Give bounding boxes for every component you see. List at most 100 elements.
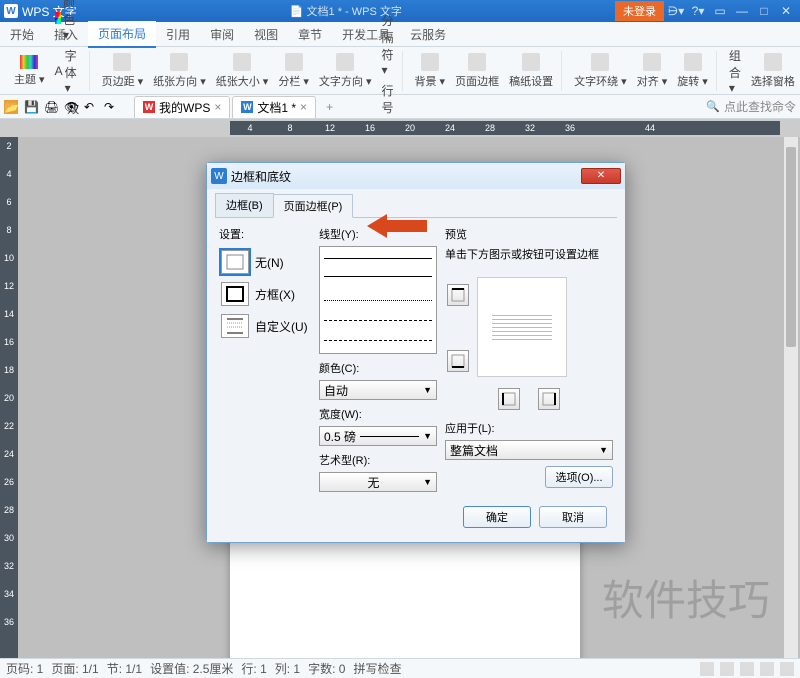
newtab-button[interactable]: + <box>318 100 341 114</box>
login-button[interactable]: 未登录 <box>615 1 664 21</box>
dialog-close-button[interactable]: ✕ <box>581 168 621 184</box>
close-button[interactable]: ✕ <box>776 4 796 18</box>
command-search[interactable]: 🔍 点此查找命令 <box>706 98 796 115</box>
status-bar: 页码: 1 页面: 1/1 节: 1/1 设置值: 2.5厘米 行: 1 列: … <box>0 658 800 678</box>
view-mode-icon[interactable] <box>720 662 734 676</box>
combine-button[interactable]: 组合 ▾ <box>725 45 745 97</box>
size-button[interactable]: 纸张大小 ▾ <box>212 51 273 91</box>
width-combo[interactable]: 0.5 磅▼ <box>319 426 437 446</box>
close-tab-icon[interactable]: × <box>300 100 307 114</box>
opt-custom[interactable]: 自定义(U) <box>219 310 311 342</box>
preview-icon[interactable]: 👁 <box>64 100 78 114</box>
tab-border[interactable]: 边框(B) <box>215 193 274 217</box>
wrap-icon <box>591 53 609 71</box>
art-combo[interactable]: 无▼ <box>319 472 437 492</box>
view-mode-icon[interactable] <box>700 662 714 676</box>
save-icon[interactable]: 💾 <box>24 100 38 114</box>
apply-label: 应用于(L): <box>445 420 613 436</box>
scrollbar-thumb[interactable] <box>786 147 796 347</box>
color-label: 颜色(C): <box>319 360 437 376</box>
dialog-logo-icon: W <box>211 168 227 184</box>
open-icon[interactable]: 📂 <box>4 100 18 114</box>
tab-page-border[interactable]: 页面边框(P) <box>273 194 354 218</box>
quick-bar: 📂 💾 🖨 👁 ↶ ↷ W我的WPS× W文档1 *× + 🔍 点此查找命令 <box>0 95 800 119</box>
rotate-button[interactable]: 旋转 ▾ <box>673 51 712 91</box>
redo-icon[interactable]: ↷ <box>104 100 118 114</box>
preview-label: 预览 <box>445 226 613 242</box>
align-button[interactable]: 对齐 ▾ <box>633 51 672 91</box>
ok-button[interactable]: 确定 <box>463 506 531 528</box>
horizontal-ruler[interactable]: 481216202428323644 <box>230 121 780 135</box>
undo-icon[interactable]: ↶ <box>84 100 98 114</box>
chevron-down-icon: ▼ <box>423 385 432 395</box>
color-button[interactable]: 颜色 ▾ <box>51 0 85 44</box>
setting-label: 设置: <box>219 226 311 242</box>
linetype-list[interactable] <box>319 246 437 354</box>
menu-view[interactable]: 视图 <box>244 22 288 47</box>
dialog-title: 边框和底纹 <box>231 168 291 185</box>
textdir-button[interactable]: 文字方向 ▾ <box>315 51 376 91</box>
restore-button[interactable]: ▭ <box>710 4 730 18</box>
ruler-area: 481216202428323644 <box>0 119 800 137</box>
border-right-button[interactable] <box>538 388 560 410</box>
status-chars[interactable]: 字数: 0 <box>308 660 345 677</box>
preview-page[interactable] <box>477 277 567 377</box>
status-pages[interactable]: 页面: 1/1 <box>51 660 98 677</box>
status-section[interactable]: 节: 1/1 <box>107 660 142 677</box>
separator-button[interactable]: 分隔符 ▾ <box>377 10 397 79</box>
column-button[interactable]: 分栏 ▾ <box>274 51 313 91</box>
watermark-text: 软件技巧 <box>602 567 770 628</box>
status-spell[interactable]: 拼写检查 <box>353 660 401 677</box>
chevron-down-icon: ▼ <box>599 445 608 455</box>
cancel-button[interactable]: 取消 <box>539 506 607 528</box>
font-button[interactable]: A字体 ▾ <box>51 45 85 97</box>
opt-none[interactable]: 无(N) <box>219 246 311 278</box>
vertical-ruler[interactable]: 24681012141618202224262830323436 <box>0 137 18 658</box>
orient-button[interactable]: 纸张方向 ▾ <box>149 51 210 91</box>
vertical-scrollbar[interactable] <box>784 137 798 658</box>
zoom-icon[interactable] <box>780 662 794 676</box>
doctab-doc1[interactable]: W文档1 *× <box>232 96 316 118</box>
wps-tab-icon: W <box>143 101 155 113</box>
menu-bar: 开始 插入 页面布局 引用 审阅 视图 章节 开发工具 云服务 <box>0 22 800 47</box>
options-button[interactable]: 选项(O)... <box>545 466 613 488</box>
border-left-button[interactable] <box>498 388 520 410</box>
menu-pagelayout[interactable]: 页面布局 <box>88 21 156 48</box>
pageborder-button[interactable]: 页面边框 <box>451 51 503 91</box>
box-icon <box>221 282 249 306</box>
menu-reference[interactable]: 引用 <box>156 22 200 47</box>
selpane-button[interactable]: 选择窗格 <box>747 51 799 91</box>
opt-box[interactable]: 方框(X) <box>219 278 311 310</box>
width-label: 宽度(W): <box>319 406 437 422</box>
margin-button[interactable]: 页边距 ▾ <box>98 51 148 91</box>
textdir-icon <box>336 53 354 71</box>
color-combo[interactable]: 自动▼ <box>319 380 437 400</box>
menu-chapter[interactable]: 章节 <box>288 22 332 47</box>
minimize-button[interactable]: — <box>732 4 752 18</box>
theme-icon <box>20 55 38 69</box>
paper-button[interactable]: 稿纸设置 <box>505 51 557 91</box>
view-mode-icon[interactable] <box>760 662 774 676</box>
dialog-titlebar[interactable]: W 边框和底纹 ✕ <box>207 163 625 189</box>
bg-button[interactable]: 背景 ▾ <box>411 51 450 91</box>
border-top-button[interactable] <box>447 284 469 306</box>
border-bottom-button[interactable] <box>447 350 469 372</box>
menu-start[interactable]: 开始 <box>0 22 44 47</box>
menu-review[interactable]: 审阅 <box>200 22 244 47</box>
view-mode-icon[interactable] <box>740 662 754 676</box>
maximize-button[interactable]: □ <box>754 4 774 18</box>
settings-button[interactable]: ?▾ <box>688 4 708 18</box>
wrap-button[interactable]: 文字环绕 ▾ <box>570 51 631 91</box>
menu-cloud[interactable]: 云服务 <box>400 22 456 47</box>
status-page[interactable]: 页码: 1 <box>6 660 43 677</box>
help-button[interactable]: ⋻▾ <box>666 4 686 18</box>
doc-tab-icon: W <box>241 101 253 113</box>
print-icon[interactable]: 🖨 <box>44 100 58 114</box>
column-icon <box>285 53 303 71</box>
apply-combo[interactable]: 整篇文档▼ <box>445 440 613 460</box>
close-tab-icon[interactable]: × <box>214 100 221 114</box>
margin-icon <box>113 53 131 71</box>
doctab-mywps[interactable]: W我的WPS× <box>134 96 230 118</box>
doc-caption: 📄 文档1 * - WPS 文字 <box>77 3 615 19</box>
theme-button[interactable]: 主题 ▾ <box>10 53 49 89</box>
